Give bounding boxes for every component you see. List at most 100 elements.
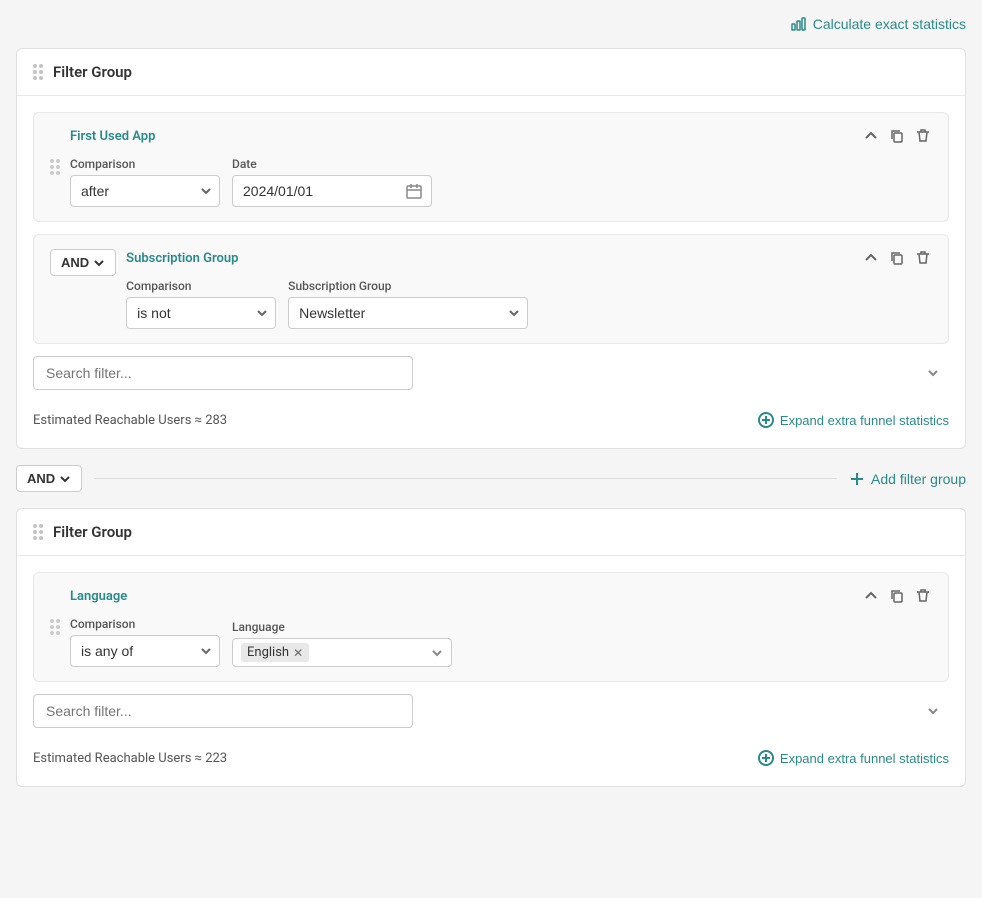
search-filter-chevron-1-icon (927, 367, 939, 379)
comparison-select-1[interactable]: after before on is not (70, 175, 220, 207)
filter-group-1-footer: Estimated Reachable Users ≈ 283 Expand e… (33, 402, 949, 432)
comparison-field-group-1: Comparison after before on is not (70, 157, 220, 207)
language-fields: Comparison is any of is not is (70, 617, 932, 667)
filter-group-2-title: Filter Group (53, 523, 132, 541)
filter-group-2-drag-handle[interactable] (33, 524, 43, 540)
estimated-users-2: Estimated Reachable Users ≈ 223 (33, 751, 227, 766)
filter-group-2: Filter Group Language (16, 508, 966, 787)
chart-icon (791, 16, 807, 32)
filter-group-2-footer: Estimated Reachable Users ≈ 223 Expand e… (33, 740, 949, 770)
filter-group-1-header: Filter Group (17, 49, 965, 96)
comparison-select-2[interactable]: is not is is any of (126, 297, 276, 329)
filter-group-1: Filter Group First Used App (16, 48, 966, 449)
calculate-stats-button[interactable]: Calculate exact statistics (791, 16, 966, 32)
subscription-group-label: Subscription Group (126, 251, 238, 266)
subscription-select-group: Subscription Group Newsletter Promotiona… (288, 279, 528, 329)
trash-icon (916, 129, 930, 143)
comparison-field-group-3: Comparison is any of is not is (70, 617, 220, 667)
date-field-group: Date (232, 157, 432, 207)
language-tag-field-group: Language English ✕ (232, 620, 452, 667)
row-2-copy-icon (890, 251, 904, 265)
language-copy-icon (890, 589, 904, 603)
first-used-app-fields: Comparison after before on is not (70, 157, 932, 207)
row-2-trash-icon (916, 251, 930, 265)
subscription-fields: Comparison is not is is any of (126, 279, 932, 329)
date-input[interactable] (232, 175, 432, 207)
filter-group-1-drag-handle[interactable] (33, 64, 43, 80)
subscription-row-inner: AND Subscription Group (50, 249, 932, 329)
language-row-actions (862, 587, 932, 605)
date-input-wrapper (232, 175, 432, 207)
filter-group-2-body: Language (17, 556, 965, 786)
connector-line (94, 478, 837, 479)
comparison-label-3: Comparison (70, 617, 220, 631)
row-1-delete-button[interactable] (914, 127, 932, 145)
row-1-copy-button[interactable] (888, 127, 906, 145)
between-groups-connector: AND Add filter group (16, 465, 966, 492)
language-row-delete-button[interactable] (914, 587, 932, 605)
add-group-plus-icon (849, 471, 865, 487)
and-connector-wrapper: AND (50, 249, 116, 276)
comparison-field-group-2: Comparison is not is is any of (126, 279, 276, 329)
english-tag-remove-button[interactable]: ✕ (293, 647, 303, 659)
english-tag: English ✕ (241, 643, 309, 662)
row-1-drag-handle[interactable] (50, 159, 60, 175)
comparison-label-2: Comparison (126, 279, 276, 293)
expand-plus-icon-1 (758, 412, 774, 428)
top-bar: Calculate exact statistics (16, 16, 966, 32)
row-2-chevron-up-icon (864, 251, 878, 265)
language-filter-label: Language (70, 589, 127, 604)
and-button[interactable]: AND (50, 249, 116, 276)
filter-row-first-used-app-content: First Used App (70, 127, 932, 207)
filter-row-first-used-app-header: First Used App (70, 127, 932, 145)
filter-row-subscription: AND Subscription Group (33, 234, 949, 344)
search-filter-input-2[interactable] (33, 694, 413, 728)
filter-group-1-title: Filter Group (53, 63, 132, 81)
subscription-select-wrapper: Newsletter Promotional Transactional (288, 297, 528, 329)
add-filter-group-button[interactable]: Add filter group (849, 471, 966, 487)
comparison-select-wrapper-2: is not is is any of (126, 297, 276, 329)
language-chevron-up-icon (864, 589, 878, 603)
row-2-collapse-button[interactable] (862, 249, 880, 267)
search-filter-input-1[interactable] (33, 356, 413, 390)
filter-group-1-body: First Used App (17, 96, 965, 448)
comparison-select-wrapper-1: after before on is not (70, 175, 220, 207)
language-tag-label: Language (232, 620, 452, 634)
subscription-row-content: Subscription Group (126, 249, 932, 329)
expand-stats-button-2[interactable]: Expand extra funnel statistics (758, 750, 949, 766)
and-chevron-icon (93, 257, 105, 269)
filter-row-1-actions (862, 127, 932, 145)
language-row-content: Language (70, 587, 932, 667)
estimated-users-1: Estimated Reachable Users ≈ 283 (33, 413, 227, 428)
copy-icon (890, 129, 904, 143)
chevron-up-icon (864, 129, 878, 143)
row-2-copy-button[interactable] (888, 249, 906, 267)
language-tag-chevron-icon (431, 647, 443, 659)
groups-and-label: AND (27, 471, 55, 486)
expand-stats-button-1[interactable]: Expand extra funnel statistics (758, 412, 949, 428)
english-tag-label: English (247, 645, 289, 660)
language-row-header: Language (70, 587, 932, 605)
groups-and-button[interactable]: AND (16, 465, 82, 492)
language-tag-input[interactable]: English ✕ (232, 638, 452, 667)
search-filter-wrapper-2 (33, 694, 949, 728)
comparison-select-3[interactable]: is any of is not is (70, 635, 220, 667)
row-1-collapse-button[interactable] (862, 127, 880, 145)
comparison-label-1: Comparison (70, 157, 220, 171)
language-trash-icon (916, 589, 930, 603)
search-filter-wrapper-1 (33, 356, 949, 390)
language-row-drag-handle[interactable] (50, 619, 60, 635)
filter-row-first-used-app: First Used App (33, 112, 949, 222)
row-2-delete-button[interactable] (914, 249, 932, 267)
expand-plus-icon-2 (758, 750, 774, 766)
groups-and-chevron-icon (59, 473, 71, 485)
and-label: AND (61, 255, 89, 270)
comparison-select-wrapper-3: is any of is not is (70, 635, 220, 667)
language-row-copy-button[interactable] (888, 587, 906, 605)
language-row-collapse-button[interactable] (862, 587, 880, 605)
search-filter-chevron-2-icon (927, 705, 939, 717)
filter-row-language: Language (33, 572, 949, 682)
subscription-select[interactable]: Newsletter Promotional Transactional (288, 297, 528, 329)
filter-group-2-header: Filter Group (17, 509, 965, 556)
subscription-row-actions (862, 249, 932, 267)
